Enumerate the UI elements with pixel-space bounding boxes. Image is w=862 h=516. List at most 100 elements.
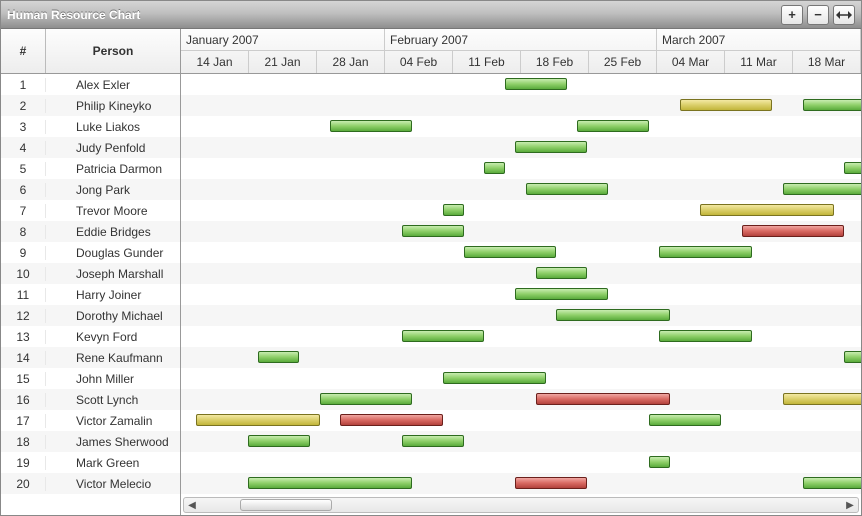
gantt-bar[interactable]: [536, 267, 587, 279]
table-row[interactable]: 15John Miller: [1, 368, 180, 389]
gantt-bar[interactable]: [700, 204, 834, 216]
gantt-bar[interactable]: [443, 372, 546, 384]
scrollbar-track[interactable]: [200, 498, 842, 512]
gantt-bar[interactable]: [402, 435, 464, 447]
table-row[interactable]: 1Alex Exler: [1, 74, 180, 95]
table-row[interactable]: 2Philip Kineyko: [1, 95, 180, 116]
row-number: 12: [1, 309, 46, 323]
timeline-row[interactable]: [181, 263, 861, 284]
row-number: 16: [1, 393, 46, 407]
timeline-row[interactable]: [181, 200, 861, 221]
person-name: Alex Exler: [46, 78, 180, 92]
scroll-left-arrow-icon[interactable]: ◀: [184, 500, 200, 511]
person-name: Rene Kaufmann: [46, 351, 180, 365]
gantt-bar[interactable]: [258, 351, 299, 363]
table-row[interactable]: 3Luke Liakos: [1, 116, 180, 137]
gantt-bar[interactable]: [577, 120, 649, 132]
gantt-bar[interactable]: [783, 183, 861, 195]
gantt-bar[interactable]: [484, 162, 505, 174]
row-number: 17: [1, 414, 46, 428]
gantt-bar[interactable]: [402, 225, 464, 237]
table-row[interactable]: 9Douglas Gunder: [1, 242, 180, 263]
week-cell: 25 Feb: [589, 51, 657, 73]
timeline-row[interactable]: [181, 473, 861, 494]
timeline-row[interactable]: [181, 158, 861, 179]
timeline-row[interactable]: [181, 284, 861, 305]
gantt-bar[interactable]: [556, 309, 669, 321]
timeline-body[interactable]: [181, 74, 861, 515]
table-row[interactable]: 20Victor Melecio: [1, 473, 180, 494]
timeline-row[interactable]: [181, 221, 861, 242]
gantt-bar[interactable]: [844, 351, 861, 363]
gantt-bar[interactable]: [803, 477, 861, 489]
person-name: Scott Lynch: [46, 393, 180, 407]
row-number: 20: [1, 477, 46, 491]
person-name: Eddie Bridges: [46, 225, 180, 239]
gantt-bar[interactable]: [649, 414, 721, 426]
row-number: 14: [1, 351, 46, 365]
table-row[interactable]: 4Judy Penfold: [1, 137, 180, 158]
zoom-fit-button[interactable]: [833, 5, 855, 25]
gantt-bar[interactable]: [680, 99, 773, 111]
gantt-bar[interactable]: [526, 183, 608, 195]
scroll-right-arrow-icon[interactable]: ▶: [842, 500, 858, 511]
gantt-bar[interactable]: [515, 477, 587, 489]
table-row[interactable]: 16Scott Lynch: [1, 389, 180, 410]
gantt-bar[interactable]: [783, 393, 861, 405]
zoom-out-button[interactable]: −: [807, 5, 829, 25]
gantt-bar[interactable]: [742, 225, 845, 237]
row-number: 1: [1, 78, 46, 92]
timeline-row[interactable]: [181, 410, 861, 431]
table-row[interactable]: 13Kevyn Ford: [1, 326, 180, 347]
table-row[interactable]: 11Harry Joiner: [1, 284, 180, 305]
table-row[interactable]: 7Trevor Moore: [1, 200, 180, 221]
gantt-bar[interactable]: [320, 393, 413, 405]
timeline-row[interactable]: [181, 326, 861, 347]
gantt-bar[interactable]: [402, 330, 484, 342]
gantt-bar[interactable]: [330, 120, 412, 132]
gantt-bar[interactable]: [340, 414, 443, 426]
gantt-bar[interactable]: [803, 99, 861, 111]
table-row[interactable]: 12Dorothy Michael: [1, 305, 180, 326]
timeline-row[interactable]: [181, 242, 861, 263]
gantt-bar[interactable]: [844, 162, 861, 174]
timeline-row[interactable]: [181, 74, 861, 95]
zoom-in-button[interactable]: +: [781, 5, 803, 25]
gantt-bar[interactable]: [515, 141, 587, 153]
table-row[interactable]: 10Joseph Marshall: [1, 263, 180, 284]
table-row[interactable]: 18James Sherwood: [1, 431, 180, 452]
gantt-bar[interactable]: [649, 456, 670, 468]
timeline-row[interactable]: [181, 368, 861, 389]
person-name: Dorothy Michael: [46, 309, 180, 323]
table-row[interactable]: 5Patricia Darmon: [1, 158, 180, 179]
timeline-pane: January 2007February 2007March 2007 14 J…: [181, 29, 861, 515]
row-number: 3: [1, 120, 46, 134]
gantt-bar[interactable]: [659, 330, 752, 342]
timeline-row[interactable]: [181, 452, 861, 473]
table-row[interactable]: 14Rene Kaufmann: [1, 347, 180, 368]
gantt-bar[interactable]: [196, 414, 319, 426]
gantt-bar[interactable]: [505, 78, 567, 90]
table-row[interactable]: 8Eddie Bridges: [1, 221, 180, 242]
gantt-bar[interactable]: [248, 435, 310, 447]
row-number: 13: [1, 330, 46, 344]
gantt-bar[interactable]: [248, 477, 413, 489]
timeline-row[interactable]: [181, 137, 861, 158]
timeline-row[interactable]: [181, 305, 861, 326]
timeline-row[interactable]: [181, 431, 861, 452]
gantt-bar[interactable]: [443, 204, 464, 216]
scrollbar-thumb[interactable]: [240, 499, 332, 511]
table-row[interactable]: 19Mark Green: [1, 452, 180, 473]
table-row[interactable]: 17Victor Zamalin: [1, 410, 180, 431]
horizontal-scrollbar[interactable]: ◀ ▶: [183, 497, 859, 513]
timeline-row[interactable]: [181, 179, 861, 200]
table-row[interactable]: 6Jong Park: [1, 179, 180, 200]
gantt-bar[interactable]: [464, 246, 557, 258]
gantt-bar[interactable]: [536, 393, 670, 405]
timeline-row[interactable]: [181, 389, 861, 410]
timeline-row[interactable]: [181, 116, 861, 137]
gantt-bar[interactable]: [659, 246, 752, 258]
timeline-row[interactable]: [181, 347, 861, 368]
gantt-bar[interactable]: [515, 288, 608, 300]
timeline-row[interactable]: [181, 95, 861, 116]
